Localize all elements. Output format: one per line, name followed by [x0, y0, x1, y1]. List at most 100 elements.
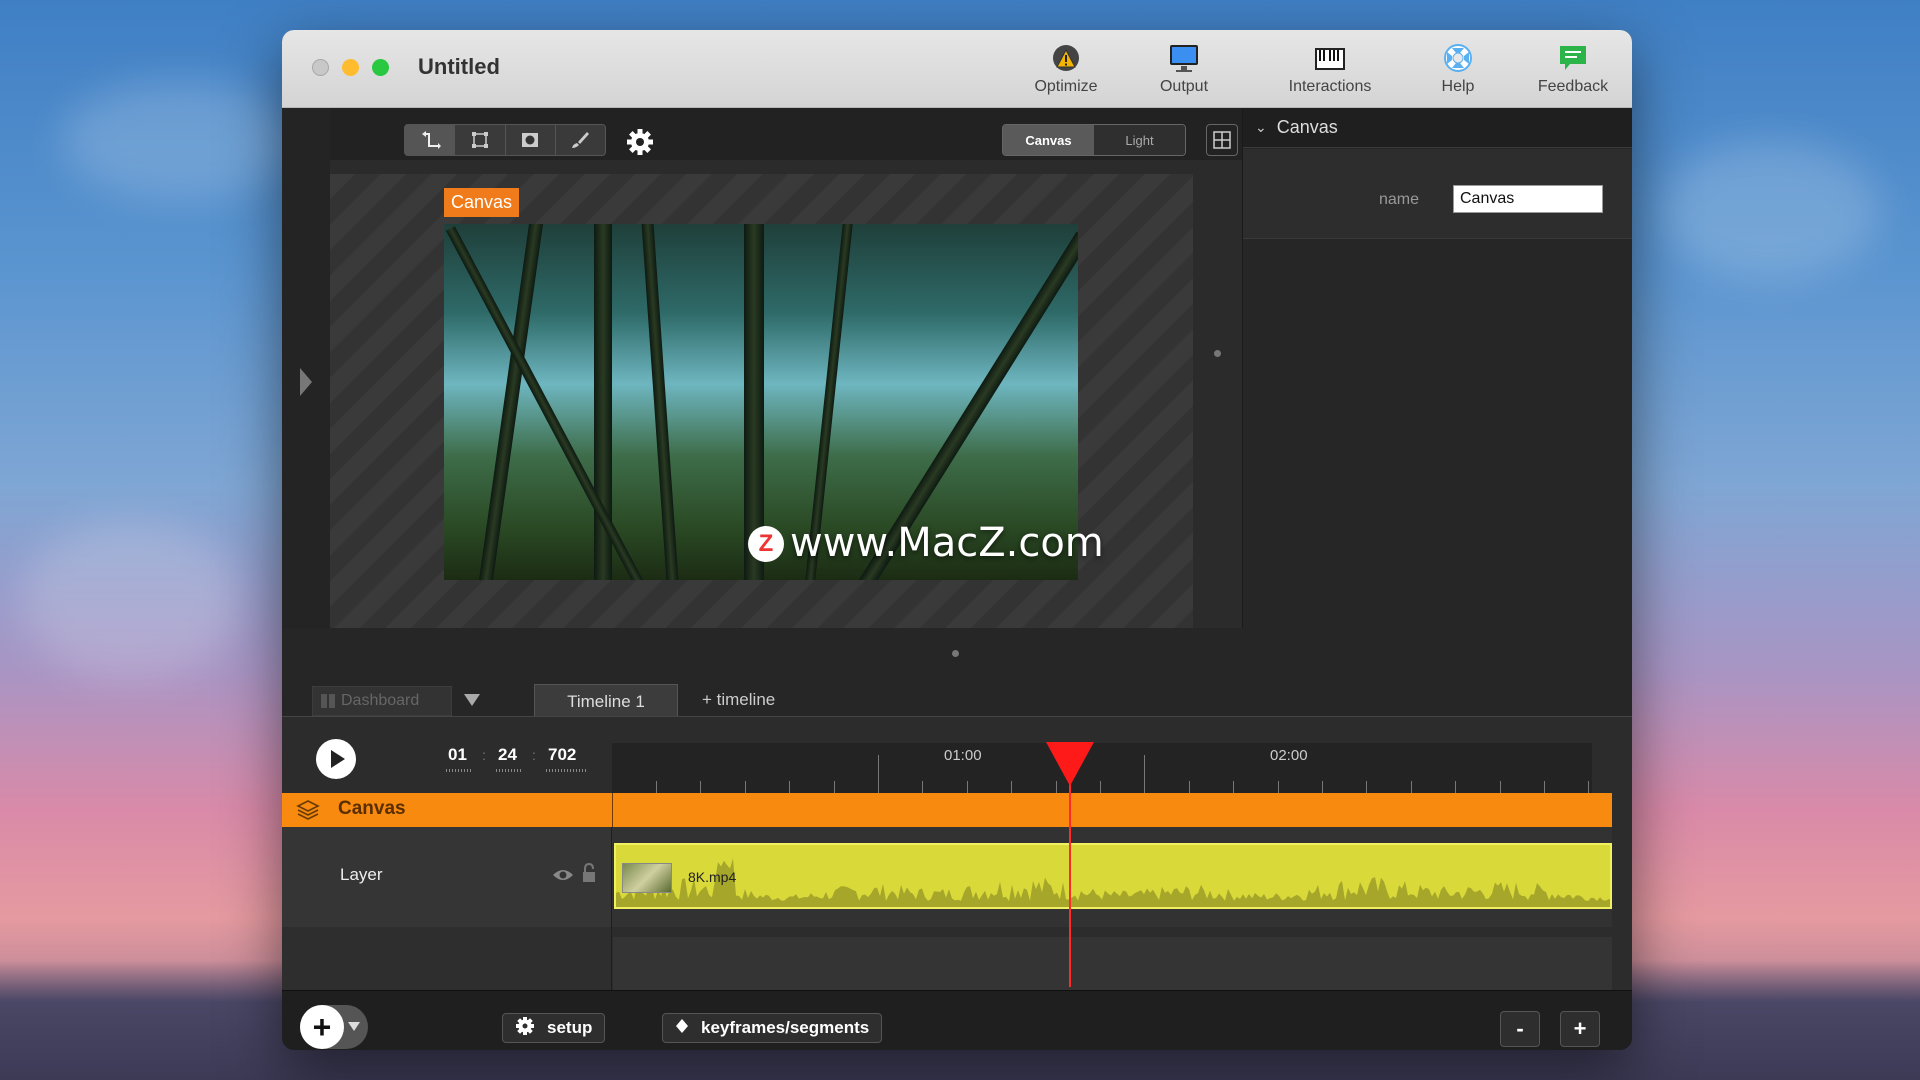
- inspector-panel: ⌄ Canvas name: [1242, 108, 1632, 628]
- audio-waveform: [616, 858, 1610, 907]
- stage-canvas[interactable]: Canvas Z www.MacZ.com: [330, 174, 1193, 628]
- resize-handle-dot[interactable]: [1214, 350, 1221, 357]
- resize-handle-dot[interactable]: [952, 650, 959, 657]
- setup-label: setup: [547, 1018, 593, 1037]
- eye-icon[interactable]: [552, 867, 574, 883]
- keyframes-label: keyframes/segments: [701, 1018, 870, 1037]
- zoom-out-button[interactable]: -: [1500, 1011, 1540, 1047]
- minimize-button[interactable]: [342, 59, 359, 76]
- ruler-tick: [833, 781, 835, 793]
- dashboard-tab[interactable]: Dashboard: [312, 686, 452, 716]
- ruler-label-2min: 02:00: [1270, 747, 1308, 764]
- view-mode-light[interactable]: Light: [1094, 125, 1185, 155]
- ruler-tick: [1410, 781, 1412, 793]
- timecode-frames-scrubber: [546, 769, 586, 772]
- zoom-button[interactable]: [372, 59, 389, 76]
- optimize-button[interactable]: Optimize: [1026, 42, 1106, 104]
- add-layer-button[interactable]: +: [300, 1005, 368, 1049]
- help-button[interactable]: Help: [1428, 42, 1488, 104]
- move-arrows-icon: [421, 131, 441, 149]
- feedback-button[interactable]: Feedback: [1532, 42, 1614, 104]
- ruler-tick: [1011, 781, 1013, 793]
- zoom-in-button[interactable]: +: [1560, 1011, 1600, 1047]
- watermark-text: www.MacZ.com: [790, 520, 1104, 566]
- ruler-tick: [1544, 781, 1545, 793]
- timecode-seconds[interactable]: 24: [498, 745, 517, 765]
- layer-header[interactable]: Layer: [282, 827, 612, 927]
- view-mode-toggle: Canvas Light: [1002, 124, 1186, 156]
- diamond-keyframe-icon: [675, 1018, 689, 1039]
- lifebuoy-icon: [1444, 44, 1472, 72]
- ruler-tick: [1455, 781, 1457, 793]
- video-clip[interactable]: 8K.mp4: [614, 843, 1612, 909]
- lock-icon[interactable]: [582, 863, 596, 883]
- timecode-minutes[interactable]: 01: [448, 745, 467, 765]
- window-title: Untitled: [418, 54, 500, 79]
- play-icon: [331, 750, 345, 768]
- title-bar: Untitled Optimize Output Interactions He…: [282, 30, 1632, 108]
- output-button[interactable]: Output: [1148, 42, 1220, 104]
- expand-sidebar-arrow-icon[interactable]: [300, 368, 312, 396]
- dashboard-dropdown-triangle-icon[interactable]: [464, 694, 480, 706]
- interactions-button[interactable]: Interactions: [1280, 42, 1380, 104]
- add-timeline-button[interactable]: + timeline: [702, 690, 775, 710]
- timecode-minutes-scrubber: [446, 769, 472, 772]
- bamboo-shape: [445, 226, 653, 580]
- optimize-label: Optimize: [1034, 78, 1098, 95]
- move-tool[interactable]: [405, 125, 456, 155]
- timecode-separator: :: [482, 747, 486, 763]
- watermark-badge: Z: [748, 526, 784, 562]
- empty-track-lane[interactable]: [613, 937, 1612, 991]
- grid-toggle-button[interactable]: [1206, 124, 1238, 156]
- mask-tool[interactable]: [506, 125, 556, 155]
- ruler-tick: [1322, 781, 1323, 793]
- app-window: Untitled Optimize Output Interactions He…: [282, 30, 1632, 1050]
- playhead-handle[interactable]: [1046, 742, 1094, 786]
- canvas-track-label: Canvas: [338, 798, 406, 819]
- gear-icon: [515, 1016, 535, 1041]
- ruler-tick: [744, 781, 746, 793]
- name-field[interactable]: [1453, 185, 1603, 213]
- timecode-seconds-scrubber: [496, 769, 522, 772]
- ruler-tick: [966, 781, 968, 793]
- ruler-tick: [1499, 781, 1501, 793]
- inspector-name-row: name: [1243, 149, 1632, 239]
- time-ruler[interactable]: 01:00 02:00: [612, 743, 1592, 793]
- output-label: Output: [1159, 78, 1209, 95]
- layer-label: Layer: [340, 865, 383, 884]
- canvas-label-tag: Canvas: [444, 188, 520, 217]
- keyboard-icon: [1315, 48, 1345, 70]
- transform-tool[interactable]: [455, 125, 506, 155]
- keyframes-segments-button[interactable]: keyframes/segments: [662, 1013, 883, 1043]
- ruler-tick: [1588, 781, 1590, 793]
- close-button[interactable]: [312, 59, 329, 76]
- feedback-label: Feedback: [1537, 78, 1609, 95]
- bottom-toolbar: + setup keyframes/segments - +: [282, 990, 1632, 1050]
- setup-button[interactable]: setup: [502, 1013, 606, 1043]
- waveform-shape: [616, 858, 1610, 907]
- ruler-tick: [1188, 781, 1190, 793]
- brush-tool[interactable]: [556, 125, 605, 155]
- track-divider: [612, 793, 613, 827]
- timecode-frames[interactable]: 702: [548, 745, 576, 765]
- bamboo-shape: [641, 224, 679, 580]
- inspector-section-header[interactable]: ⌄ Canvas: [1243, 108, 1632, 148]
- dashboard-grid-icon: [321, 694, 335, 708]
- grid-icon: [1213, 131, 1231, 149]
- background-cloud: [60, 80, 300, 200]
- optimize-warning-icon: [1053, 45, 1079, 71]
- chat-bubble-icon: [1560, 46, 1586, 70]
- ruler-tick: [878, 755, 879, 793]
- ruler-tick: [1233, 781, 1235, 793]
- canvas-group-track[interactable]: Canvas: [282, 793, 1612, 827]
- ruler-tick: [700, 781, 702, 793]
- playhead-line: [1069, 782, 1071, 987]
- dropdown-triangle-icon: [348, 1022, 360, 1031]
- play-button[interactable]: [316, 739, 356, 779]
- chevron-down-icon: ⌄: [1255, 119, 1267, 135]
- tab-timeline-1[interactable]: Timeline 1: [534, 684, 678, 718]
- interactions-label: Interactions: [1288, 78, 1372, 95]
- stage-settings-gear-icon[interactable]: [626, 128, 654, 156]
- view-mode-canvas[interactable]: Canvas: [1003, 125, 1094, 155]
- plus-icon: +: [300, 1005, 344, 1049]
